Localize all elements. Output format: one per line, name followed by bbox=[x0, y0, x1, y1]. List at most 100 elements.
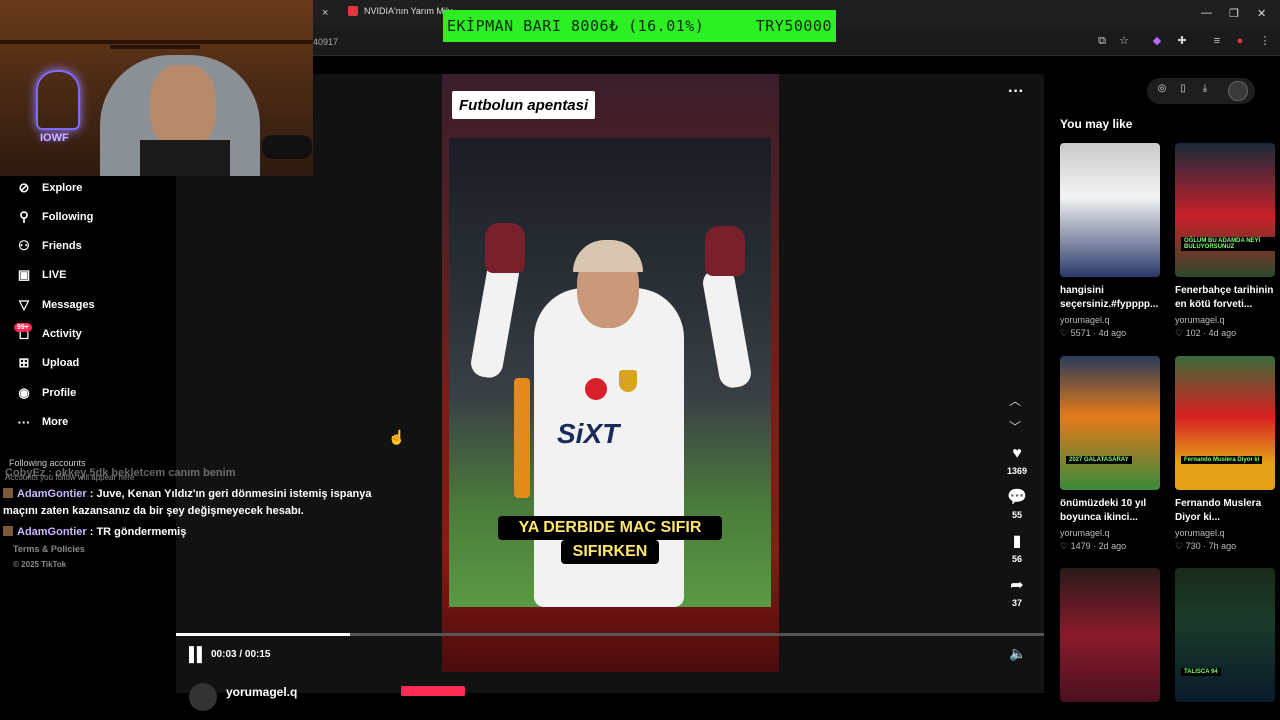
recommended-video-title[interactable]: Fernando Muslera Diyor ki... bbox=[1175, 497, 1279, 525]
profile-icon: ◉ bbox=[18, 385, 30, 400]
video-more-options-icon[interactable]: ··· bbox=[1008, 83, 1024, 101]
friends-icon: ⚇ bbox=[18, 238, 30, 253]
chat-faded-message: CobyEz : okkey 5dk bekletcem canım benim bbox=[5, 467, 236, 479]
recommended-video-thumbnail[interactable]: OĞLUM BU ADAMDA NEYİ BULUYORSUNUZ bbox=[1175, 143, 1275, 277]
sidebar-item-following[interactable]: ⚲ Following bbox=[16, 209, 93, 225]
neon-sign bbox=[36, 70, 80, 130]
chat-text: : Juve, Kenan Yıldız'ın geri dönmesini i… bbox=[86, 488, 372, 500]
recommended-video-author[interactable]: yorumagel.q bbox=[1175, 528, 1225, 538]
media-control-icon[interactable]: ≡ bbox=[1210, 34, 1224, 48]
save-button[interactable]: ▮ 56 bbox=[1002, 532, 1032, 564]
video-progress-bar[interactable] bbox=[176, 633, 1044, 636]
player-right-arm bbox=[700, 266, 754, 390]
recommended-video-thumbnail[interactable]: Fernando Muslera Diyor ki bbox=[1175, 356, 1275, 490]
sidebar-item-label: LIVE bbox=[42, 269, 67, 281]
profile-flag-icon[interactable]: ● bbox=[1233, 34, 1247, 48]
previous-video-icon[interactable]: ︿ bbox=[1009, 392, 1021, 409]
sidebar-item-messages[interactable]: ▽ Messages bbox=[16, 297, 95, 313]
equipment-goal-banner: EKİPMAN BARI 8006₺ (16.01%) TRY50000 bbox=[443, 10, 836, 42]
sidebar-item-label: Friends bbox=[42, 240, 82, 252]
streamer-face bbox=[150, 65, 216, 151]
recommended-video-meta: ♡ 730 · 7h ago bbox=[1175, 541, 1237, 551]
device-icon[interactable]: ▯ bbox=[1176, 83, 1190, 94]
streamer-webcam: IOWF bbox=[0, 0, 313, 176]
browser-tab[interactable]: NVIDIA'nın Yarım Mily bbox=[348, 6, 452, 16]
next-video-icon[interactable]: ﹀ bbox=[1009, 418, 1021, 435]
tab-title: NVIDIA'nın Yarım Mily bbox=[364, 6, 453, 16]
share-button[interactable]: ➦ 37 bbox=[1002, 576, 1032, 608]
sidebar-item-label: Profile bbox=[42, 387, 77, 399]
recommended-video-author[interactable]: yorumagel.q bbox=[1060, 315, 1110, 325]
club-crest bbox=[619, 370, 637, 392]
tab-close-icon[interactable]: × bbox=[322, 7, 328, 19]
recommended-video-thumbnail[interactable]: TALISCA 94 bbox=[1175, 568, 1275, 702]
recommended-video-title[interactable]: hangisini seçersiniz.#fypppp... bbox=[1060, 284, 1164, 312]
like-count: 1369 bbox=[1006, 466, 1028, 476]
recommended-video-title[interactable]: Fenerbahçe tarihinin en kötü forveti... bbox=[1175, 284, 1279, 312]
recommended-video-meta: ♡ 102 · 4d ago bbox=[1175, 328, 1237, 338]
sidebar-item-live[interactable]: ▣ LIVE bbox=[16, 267, 67, 283]
copyright-text: © 2025 TikTok bbox=[13, 560, 67, 569]
banner-goal-text: EKİPMAN BARI 8006₺ (16.01%) bbox=[447, 17, 705, 35]
tab-favicon-icon bbox=[348, 6, 358, 16]
wall-shelf bbox=[0, 40, 313, 44]
more-icon: ··· bbox=[17, 414, 31, 430]
chat-text: : TR göndermemiş bbox=[86, 526, 187, 538]
coin-icon[interactable]: ◎ bbox=[1155, 83, 1169, 94]
close-window-icon[interactable]: ✕ bbox=[1257, 7, 1266, 20]
thumbnail-tag: TALISCA 94 bbox=[1181, 668, 1221, 676]
recommended-video-title[interactable]: önümüzdeki 10 yıl boyunca ikinci... bbox=[1060, 497, 1164, 525]
chat-avatar bbox=[3, 488, 13, 498]
recommended-video-thumbnail[interactable] bbox=[1060, 143, 1160, 277]
sidebar-item-label: Activity bbox=[42, 328, 82, 340]
live-icon: ▣ bbox=[17, 267, 31, 282]
terms-link[interactable]: Terms & Policies bbox=[13, 544, 85, 554]
video-caption-line-2: SIFIRKEN bbox=[561, 540, 659, 564]
chat-username: AdamGontier bbox=[17, 488, 87, 500]
volume-icon[interactable]: 🔈 bbox=[1009, 645, 1026, 662]
like-button[interactable]: ♥ 1369 bbox=[1002, 444, 1032, 476]
sidebar-item-friends[interactable]: ⚇ Friends bbox=[16, 238, 82, 254]
thumbnail-tag: 2027 GALATASARAY bbox=[1066, 456, 1132, 464]
upload-icon: ⊞ bbox=[18, 355, 30, 370]
bookmark-star-icon[interactable]: ☆ bbox=[1117, 34, 1131, 48]
sidebar-item-label: More bbox=[42, 416, 69, 428]
address-text[interactable]: 40917 bbox=[313, 37, 338, 47]
extensions-puzzle-icon[interactable]: ✚ bbox=[1175, 34, 1189, 48]
author-name[interactable]: yorumagel.q bbox=[226, 685, 297, 699]
sidebar-item-more[interactable]: ··· More bbox=[16, 414, 69, 430]
sidebar-item-explore[interactable]: ⊘ Explore bbox=[16, 180, 83, 196]
follow-button[interactable] bbox=[401, 686, 465, 696]
recommended-video-thumbnail[interactable]: 2027 GALATASARAY bbox=[1060, 356, 1160, 490]
messages-icon: ▽ bbox=[19, 297, 29, 312]
recommended-video-author[interactable]: yorumagel.q bbox=[1060, 528, 1110, 538]
chat-message: AdamGontier : TR göndermemiş bbox=[3, 524, 186, 541]
video-caption-line-1: YA DERBIDE MAC SIFIR bbox=[498, 516, 722, 540]
player-right-glove bbox=[705, 226, 745, 276]
recommended-video-thumbnail[interactable] bbox=[1060, 568, 1160, 702]
minimize-icon[interactable]: — bbox=[1201, 7, 1212, 19]
sidebar-item-label: Upload bbox=[42, 357, 80, 369]
recommended-video-author[interactable]: yorumagel.q bbox=[1175, 315, 1225, 325]
sidebar bbox=[0, 176, 176, 720]
sidebar-item-upload[interactable]: ⊞ Upload bbox=[16, 355, 80, 371]
install-app-icon[interactable]: ⧉ bbox=[1095, 34, 1109, 48]
download-icon[interactable]: ⤓ bbox=[1198, 83, 1212, 94]
restore-icon[interactable]: ❐ bbox=[1229, 7, 1239, 20]
sidebar-item-profile[interactable]: ◉ Profile bbox=[16, 385, 76, 401]
pause-icon[interactable]: ▌▌ bbox=[189, 646, 207, 662]
sidebar-item-label: Messages bbox=[42, 299, 95, 311]
comment-button[interactable]: 💬 55 bbox=[1002, 488, 1032, 520]
share-icon: ➦ bbox=[1010, 577, 1024, 594]
neon-sign-text: IOWF bbox=[40, 132, 69, 144]
microphone bbox=[262, 135, 312, 159]
video-time: 00:03 / 00:15 bbox=[211, 649, 271, 660]
extension-icon[interactable]: ◆ bbox=[1150, 34, 1164, 48]
jersey-stripe bbox=[514, 378, 530, 498]
player-left-glove bbox=[485, 223, 525, 273]
browser-menu-icon[interactable]: ⋮ bbox=[1258, 34, 1272, 48]
video-overlay-title: Futbolun apentasi bbox=[452, 91, 596, 119]
user-avatar[interactable] bbox=[1228, 81, 1248, 101]
author-avatar[interactable] bbox=[189, 683, 217, 711]
chat-message: AdamGontier : Juve, Kenan Yıldız'ın geri… bbox=[3, 486, 372, 503]
